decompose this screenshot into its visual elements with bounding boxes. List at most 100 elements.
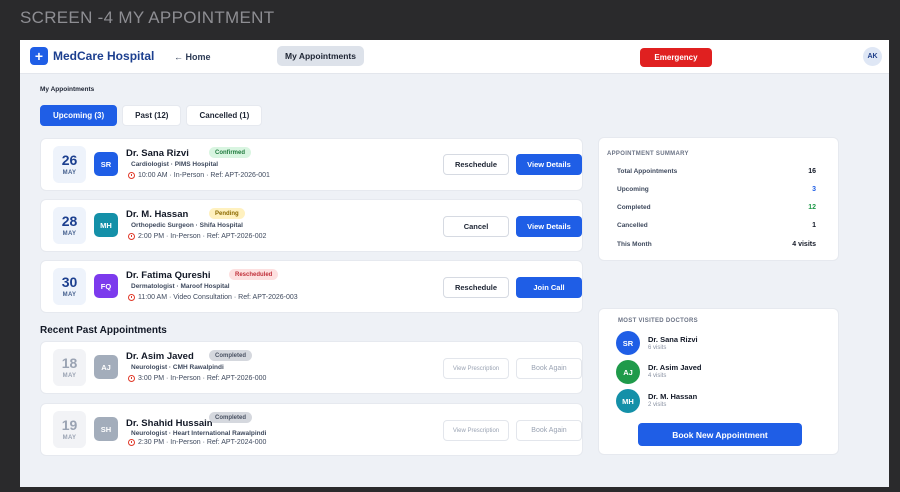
brand-logo[interactable]: + MedCare Hospital — [30, 47, 154, 65]
date-box: 19 MAY — [53, 411, 86, 448]
date-box: 18 MAY — [53, 349, 86, 386]
date-day: 26 — [61, 152, 78, 168]
top-navbar: + MedCare Hospital ← Home My Appointment… — [20, 40, 889, 74]
alarm-clock-icon — [128, 294, 135, 301]
appointment-meta: 2:30 PM · In-Person · Ref: APT-2024-000 — [128, 439, 266, 446]
doctor-name[interactable]: Dr. Sana Rizvi — [648, 335, 698, 344]
doctor-name: Dr. Sana Rizvi — [126, 148, 189, 159]
date-day: 19 — [61, 417, 78, 433]
doctor-name: Dr. M. Hassan — [126, 209, 189, 220]
date-month: MAY — [62, 292, 77, 298]
summary-row: Total Appointments 16 — [617, 166, 816, 176]
doctor-specialty: Neurologist · CMH Rawalpindi — [131, 364, 224, 371]
doctor-avatar: SR — [94, 152, 118, 176]
doctor-avatar: AJ — [94, 355, 118, 379]
date-box: 28 MAY — [53, 207, 86, 244]
most-visited-doctors-card: MOST VISITED DOCTORS SR Dr. Sana Rizvi 6… — [598, 308, 839, 455]
section-label: My Appointments — [40, 86, 95, 93]
view-prescription-button[interactable]: View Prescription — [443, 420, 509, 441]
summary-label: Total Appointments — [617, 167, 678, 175]
doctor-specialty: Orthopedic Surgeon · Shifa Hospital — [131, 222, 243, 229]
appointment-summary-card: APPOINTMENT SUMMARY Total Appointments 1… — [598, 137, 839, 261]
appointment-tabs: Upcoming (3) Past (12) Cancelled (1) — [40, 105, 263, 126]
alarm-clock-icon — [128, 375, 135, 382]
view-details-button[interactable]: View Details — [516, 154, 582, 175]
status-badge: Completed — [209, 350, 253, 361]
visit-count: 4 visits — [648, 373, 667, 379]
date-day: 30 — [61, 274, 78, 290]
date-month: MAY — [62, 373, 77, 379]
summary-value: 12 — [808, 203, 816, 211]
view-prescription-button[interactable]: View Prescription — [443, 358, 509, 379]
view-details-button[interactable]: View Details — [516, 216, 582, 237]
summary-title: APPOINTMENT SUMMARY — [607, 151, 689, 157]
summary-value: 16 — [808, 167, 816, 175]
summary-value: 3 — [812, 185, 816, 193]
cancel-button[interactable]: Cancel — [443, 216, 509, 237]
tab-upcoming[interactable]: Upcoming (3) — [40, 105, 118, 126]
appointment-meta-text: 3:00 PM · In-Person · Ref: APT-2026-000 — [138, 375, 267, 382]
past-appointment-card: 19 MAY SH Dr. Shahid Hussain Completed N… — [40, 403, 583, 456]
doctor-name[interactable]: Dr. Asim Javed — [648, 363, 702, 372]
doctor-avatar: SH — [94, 417, 118, 441]
doctor-avatar: MH — [616, 389, 640, 413]
doctor-specialty: Neurologist · Heart International Rawalp… — [131, 430, 267, 437]
emergency-button[interactable]: Emergency — [640, 48, 712, 67]
appointment-meta-text: 2:00 PM · In-Person · Ref: APT-2026-002 — [138, 233, 267, 240]
appointment-meta-text: 2:30 PM · In-Person · Ref: APT-2024-000 — [138, 439, 267, 446]
past-appointment-card: 18 MAY AJ Dr. Asim Javed Completed Neuro… — [40, 341, 583, 394]
appointment-meta-text: 10:00 AM · In-Person · Ref: APT-2026-001 — [138, 172, 270, 179]
doctor-name[interactable]: Dr. M. Hassan — [648, 392, 697, 401]
summary-row: Upcoming 3 — [617, 184, 816, 194]
doctor-name: Dr. Asim Javed — [126, 351, 194, 362]
user-avatar[interactable]: AK — [863, 47, 882, 66]
book-new-appointment-button[interactable]: Book New Appointment — [638, 423, 802, 446]
appointment-meta-text: 11:00 AM · Video Consultation · Ref: APT… — [138, 294, 298, 301]
summary-label: Cancelled — [617, 221, 648, 229]
status-badge: Rescheduled — [229, 269, 279, 280]
summary-label: This Month — [617, 240, 652, 248]
app-frame: + MedCare Hospital ← Home My Appointment… — [20, 40, 889, 487]
alarm-clock-icon — [128, 439, 135, 446]
past-appointments-heading: Recent Past Appointments — [40, 325, 167, 336]
summary-row: Cancelled 1 — [617, 220, 816, 230]
tab-past[interactable]: Past (12) — [122, 105, 182, 126]
most-visited-title: MOST VISITED DOCTORS — [618, 318, 698, 324]
date-box: 26 MAY — [53, 146, 86, 183]
brand-name: MedCare Hospital — [53, 49, 155, 63]
summary-label: Upcoming — [617, 185, 649, 193]
visit-count: 2 visits — [648, 402, 667, 408]
date-month: MAY — [62, 170, 77, 176]
join-call-button[interactable]: Join Call — [516, 277, 582, 298]
summary-row: Completed 12 — [617, 202, 816, 212]
doctor-name: Dr. Fatima Qureshi — [126, 270, 211, 281]
status-badge: Pending — [209, 208, 245, 219]
appointment-card: 26 MAY SR Dr. Sana Rizvi Confirmed Cardi… — [40, 138, 583, 191]
screen-label: SCREEN -4 MY APPOINTMENT — [20, 8, 275, 27]
home-link[interactable]: ← Home — [174, 52, 211, 62]
summary-value: 4 visits — [792, 240, 816, 248]
status-badge: Completed — [209, 412, 253, 423]
alarm-clock-icon — [128, 172, 135, 179]
doctor-specialty: Cardiologist · PIMS Hospital — [131, 161, 219, 168]
date-month: MAY — [62, 231, 77, 237]
date-box: 30 MAY — [53, 268, 86, 305]
book-again-button[interactable]: Book Again — [516, 420, 582, 441]
reschedule-button[interactable]: Reschedule — [443, 277, 509, 298]
date-day: 18 — [61, 355, 78, 371]
appointment-card: 30 MAY FQ Dr. Fatima Qureshi Rescheduled… — [40, 260, 583, 313]
alarm-clock-icon — [128, 233, 135, 240]
nav-tab-my-appointments[interactable]: My Appointments — [277, 46, 364, 66]
reschedule-button[interactable]: Reschedule — [443, 154, 509, 175]
doctor-avatar: SR — [616, 331, 640, 355]
appointment-meta: 11:00 AM · Video Consultation · Ref: APT… — [128, 294, 298, 301]
doctor-avatar: FQ — [94, 274, 118, 298]
summary-value: 1 — [812, 221, 816, 229]
tab-cancelled[interactable]: Cancelled (1) — [186, 105, 263, 126]
book-again-button[interactable]: Book Again — [516, 358, 582, 379]
appointment-card: 28 MAY MH Dr. M. Hassan Pending Orthoped… — [40, 199, 583, 252]
doctor-name: Dr. Shahid Hussain — [126, 418, 213, 429]
visit-count: 6 visits — [648, 345, 667, 351]
appointment-meta: 3:00 PM · In-Person · Ref: APT-2026-000 — [128, 375, 266, 382]
summary-row: This Month 4 visits — [617, 239, 816, 249]
